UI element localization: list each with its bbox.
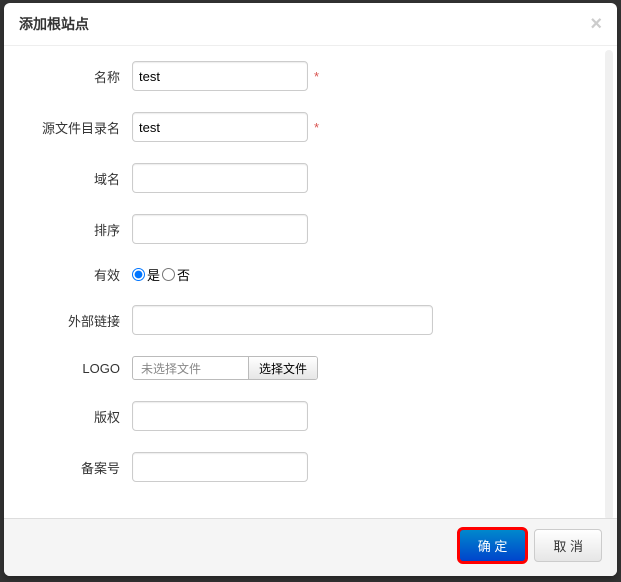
row-order: 排序 [14, 214, 607, 244]
modal-body: 名称 * 源文件目录名 * 域名 排序 有效 是 [4, 46, 617, 518]
input-extlink[interactable] [132, 305, 433, 335]
input-srcdir[interactable] [132, 112, 308, 142]
input-record[interactable] [132, 452, 308, 482]
row-copyright: 版权 [14, 401, 607, 431]
row-extlink: 外部链接 [14, 305, 607, 335]
modal-header: 添加根站点 × [4, 3, 617, 46]
modal-footer: 确 定 取 消 [4, 518, 617, 576]
radio-yes[interactable] [132, 268, 145, 281]
input-domain[interactable] [132, 163, 308, 193]
label-domain: 域名 [14, 169, 132, 188]
row-record: 备案号 [14, 452, 607, 482]
label-copyright: 版权 [14, 407, 132, 426]
row-srcdir: 源文件目录名 * [14, 112, 607, 142]
radio-no[interactable] [162, 268, 175, 281]
input-copyright[interactable] [132, 401, 308, 431]
file-picker[interactable]: 未选择文件 选择文件 [132, 356, 318, 380]
row-name: 名称 * [14, 61, 607, 91]
label-logo: LOGO [14, 361, 132, 376]
cancel-button[interactable]: 取 消 [534, 529, 602, 562]
required-mark: * [314, 69, 319, 84]
scrollbar[interactable] [605, 50, 613, 518]
modal-dialog: 添加根站点 × 名称 * 源文件目录名 * 域名 排序 有效 [4, 3, 617, 576]
label-name: 名称 [14, 67, 132, 86]
file-status: 未选择文件 [133, 357, 248, 380]
radio-group-valid: 是 否 [132, 265, 190, 284]
required-mark: * [314, 120, 319, 135]
radio-yes-text: 是 [147, 265, 160, 284]
row-valid: 有效 是 否 [14, 265, 607, 284]
row-logo: LOGO 未选择文件 选择文件 [14, 356, 607, 380]
label-srcdir: 源文件目录名 [14, 118, 132, 137]
ok-button[interactable]: 确 定 [459, 529, 527, 562]
radio-no-label[interactable]: 否 [162, 265, 190, 284]
radio-yes-label[interactable]: 是 [132, 265, 160, 284]
label-order: 排序 [14, 220, 132, 239]
close-icon[interactable]: × [590, 14, 602, 34]
input-name[interactable] [132, 61, 308, 91]
label-record: 备案号 [14, 458, 132, 477]
file-select-button[interactable]: 选择文件 [248, 357, 317, 379]
label-valid: 有效 [14, 265, 132, 284]
row-domain: 域名 [14, 163, 607, 193]
modal-title: 添加根站点 [19, 14, 89, 34]
label-extlink: 外部链接 [14, 311, 132, 330]
radio-no-text: 否 [177, 265, 190, 284]
input-order[interactable] [132, 214, 308, 244]
